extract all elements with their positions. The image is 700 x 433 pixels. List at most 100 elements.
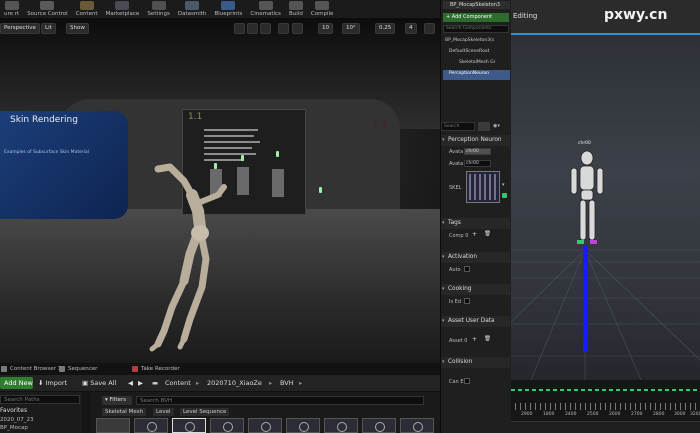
marketplace-icon (115, 1, 130, 10)
translate-tool-icon[interactable] (234, 23, 245, 34)
grid-snap-value[interactable]: 10 (318, 23, 333, 34)
favorite-item[interactable]: BP_Mocap (0, 425, 28, 431)
search-paths-input[interactable] (0, 395, 80, 404)
avatar-name-field[interactable]: chr00 (464, 160, 491, 167)
toolbar-settings-button[interactable]: Settings (143, 0, 174, 18)
mannequin-figure[interactable] (140, 159, 250, 359)
breadcrumb-separator: ▸ (196, 379, 200, 387)
add-new-button[interactable]: Add New ▾ (0, 377, 33, 399)
editing-tab-label[interactable]: Editing (513, 12, 537, 20)
section-tags[interactable]: Tags (441, 218, 510, 229)
component-tree-item[interactable]: DefaultSceneRoot (449, 49, 489, 54)
avatar-field[interactable]: chr00 (464, 148, 491, 155)
maximize-viewport-icon[interactable] (424, 23, 435, 34)
asset-thumbnail[interactable] (362, 418, 396, 433)
blueprint-window-tab[interactable]: BP_MocapSkeleton3 (443, 1, 510, 9)
toolbar-cinematics-button[interactable]: Cinematics (246, 0, 285, 18)
search-components-input[interactable]: Search Components (443, 25, 509, 33)
timeline-ruler[interactable] (515, 403, 700, 410)
filter-tag-level[interactable]: Level (153, 408, 174, 416)
import-button[interactable]: ⬇ Import (38, 377, 67, 389)
add-user-data-icon[interactable]: + (472, 336, 477, 343)
favorite-item[interactable]: 2020_07_23 (0, 417, 34, 423)
details-search-input[interactable]: Search (441, 122, 475, 131)
auto-activate-checkbox[interactable] (464, 266, 470, 272)
section-collision[interactable]: Collision (441, 357, 510, 368)
preview-character[interactable] (557, 148, 617, 258)
breadcrumb-content[interactable]: Content (165, 377, 191, 389)
toolbar-datasmith-button[interactable]: Datasmith (174, 0, 211, 18)
site-watermark: pxwy.cn (604, 7, 668, 23)
toolbar-content-button[interactable]: Content (72, 0, 102, 18)
section-perception-neuron[interactable]: Perception Neuron (441, 135, 510, 146)
section-activation[interactable]: Activation (441, 252, 510, 263)
section-asset-user-data[interactable]: Asset User Data (441, 316, 510, 327)
breadcrumb-separator: ▸ (269, 379, 273, 387)
toolbar-button-0[interactable]: ure rt (0, 0, 23, 18)
show-button[interactable]: Show (66, 23, 89, 34)
delete-tags-icon[interactable]: 🗑 (484, 231, 491, 237)
asset-thumbnail[interactable] (210, 418, 244, 433)
timeline-tick-label: 2800 (653, 412, 665, 417)
favorites-header[interactable]: Favorites (0, 407, 27, 414)
section-cooking[interactable]: Cooking (441, 284, 510, 295)
property-matrix-icon[interactable] (478, 122, 490, 131)
animation-preview-viewport[interactable] (511, 0, 700, 433)
delete-user-data-icon[interactable]: 🗑 (484, 336, 491, 342)
filter-tag-skeletal-mesh[interactable]: Skeletal Mesh (102, 408, 147, 416)
asset-thumbnail-folder[interactable] (96, 418, 130, 433)
asset-thumbnail[interactable] (134, 418, 168, 433)
breadcrumb-separator: ▸ (299, 379, 303, 387)
rotation-snap-value[interactable]: 10° (342, 23, 360, 34)
filter-tag-level-sequence[interactable]: Level Sequence (180, 408, 230, 416)
scale-tool-icon[interactable] (260, 23, 271, 34)
asset-dropdown-icon[interactable]: ▾ (502, 182, 505, 188)
asset-thumbnail[interactable] (324, 418, 358, 433)
add-component-button[interactable]: + Add Component (443, 13, 509, 22)
timeline-track[interactable] (511, 421, 700, 433)
add-tag-icon[interactable]: + (472, 231, 477, 238)
pedestal-light (319, 187, 322, 193)
asset-icon (337, 422, 347, 432)
rotate-tool-icon[interactable] (247, 23, 258, 34)
asset-thumbnail[interactable] (400, 418, 434, 433)
toolbar-marketplace-button[interactable]: Marketplace (102, 0, 144, 18)
perspective-button[interactable]: Perspective (0, 23, 40, 34)
breadcrumb-folder[interactable]: 2020710_XiaoZe (207, 377, 262, 389)
is-editor-only-checkbox[interactable] (464, 298, 470, 304)
use-selected-asset-icon[interactable] (502, 193, 507, 198)
main-toolbar: ure rt Source Control Content Marketplac… (0, 0, 440, 19)
board-text-line (204, 129, 258, 131)
can-ever-affect-checkbox[interactable] (464, 378, 470, 384)
view-options-icon[interactable]: ◉▾ (493, 122, 507, 131)
toolbar-blueprints-button[interactable]: Blueprints (210, 0, 246, 18)
save-all-button[interactable]: ▣ Save All (82, 377, 116, 389)
timeline-tick-label: 2500 (587, 412, 599, 417)
history-forward-button[interactable]: ▶ (138, 377, 143, 389)
component-tree-item[interactable]: SkeletalMesh Gr (459, 60, 495, 65)
asset-search-input[interactable] (136, 396, 424, 405)
level-viewport[interactable]: Skin Rendering Examples of Subsurface Sk… (0, 19, 440, 363)
camera-speed-value[interactable]: 4 (405, 23, 417, 34)
tab-sequencer[interactable]: Sequencer (58, 364, 97, 374)
surface-snap-icon[interactable] (292, 23, 303, 34)
root-motion-beam (583, 245, 588, 352)
asset-thumbnail[interactable] (286, 418, 320, 433)
world-local-icon[interactable] (278, 23, 289, 34)
toolbar-compile-button[interactable]: Compile (307, 0, 338, 18)
component-tree-item-selected[interactable]: PerceptionNeuron (449, 71, 489, 76)
timeline-tick-label: 2400 (565, 412, 577, 417)
component-tree-root[interactable]: BP_MocapSkeleton3(s (445, 38, 494, 43)
breadcrumb-bvh[interactable]: BVH (280, 377, 294, 389)
asset-thumbnail-selected[interactable] (172, 418, 206, 433)
skeleton-asset-thumbnail[interactable] (466, 171, 500, 203)
asset-thumbnail[interactable] (248, 418, 282, 433)
scale-snap-value[interactable]: 0.25 (375, 23, 396, 34)
toolbar-source-control-button[interactable]: Source Control (23, 0, 72, 18)
history-back-button[interactable]: ◀ (128, 377, 133, 389)
tab-content-browser[interactable]: Content Browser 1 (0, 364, 61, 374)
lit-button[interactable]: Lit (41, 23, 56, 34)
tab-take-recorder[interactable]: Take Recorder (131, 364, 180, 374)
filters-button[interactable]: ▾ Filters (102, 396, 132, 405)
toolbar-build-button[interactable]: Build (285, 0, 307, 18)
